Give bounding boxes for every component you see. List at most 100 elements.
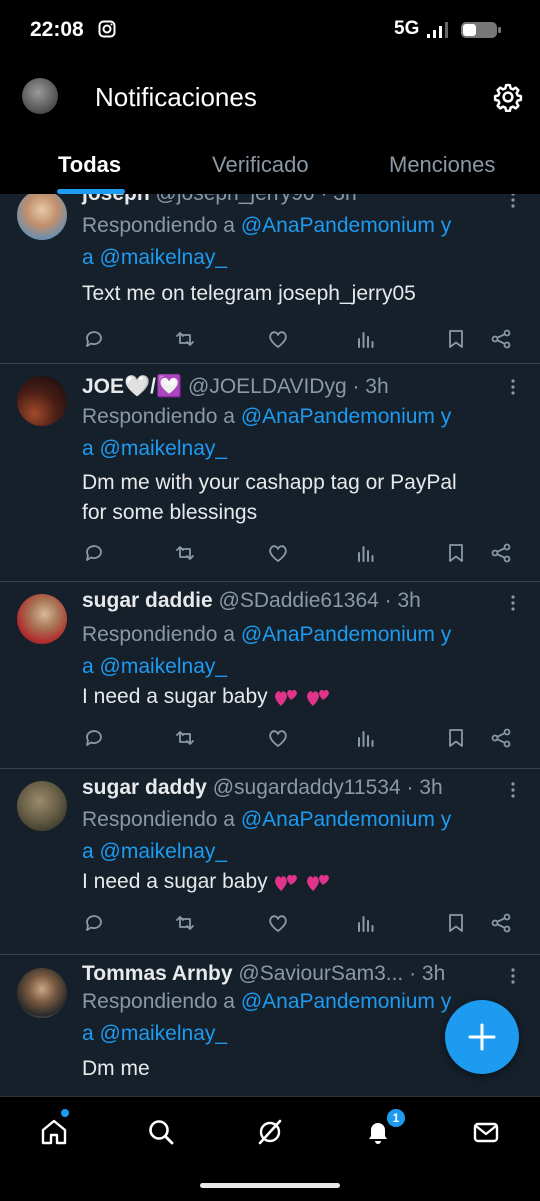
reply-context: Respondiendo a @AnaPandemonium y — [82, 214, 452, 237]
tweet-actions — [0, 541, 540, 571]
tweet-text: I need a sugar baby — [82, 867, 522, 897]
more-options-icon[interactable] — [505, 593, 521, 613]
grok-icon[interactable] — [255, 1117, 285, 1147]
more-options-icon[interactable] — [505, 966, 521, 986]
reply-icon[interactable] — [82, 327, 106, 351]
list-item[interactable]: sugar daddie @SDaddie61364 · 3h Respondi… — [0, 581, 540, 769]
notification-badge: 1 — [386, 1108, 406, 1128]
author-name[interactable]: sugar daddie — [82, 589, 213, 612]
like-icon[interactable] — [266, 911, 290, 935]
signal-icon — [427, 22, 448, 38]
battery-icon — [461, 22, 501, 38]
mention-link[interactable]: @maikelnay_ — [100, 437, 228, 460]
tab-todas[interactable]: Todas — [58, 152, 121, 178]
plus-icon — [468, 1023, 496, 1051]
share-icon[interactable] — [489, 327, 513, 351]
views-icon[interactable] — [354, 911, 378, 935]
home-icon[interactable] — [39, 1117, 69, 1147]
mention-link[interactable]: @maikelnay_ — [100, 246, 228, 269]
two-hearts-icon — [307, 690, 330, 707]
two-hearts-icon — [275, 690, 298, 707]
post-time: · 3h — [352, 375, 389, 398]
like-icon[interactable] — [266, 327, 290, 351]
post-time: · 3h — [320, 194, 356, 205]
list-item[interactable]: sugar daddy @sugardaddy11534 · 3h Respon… — [0, 768, 540, 955]
author-handle: @JOELDAVIDyg — [188, 375, 347, 398]
post-time: · 3h — [384, 589, 421, 612]
two-hearts-icon — [307, 875, 330, 892]
instagram-icon — [98, 20, 116, 38]
bookmark-icon[interactable] — [444, 541, 468, 565]
tweet-actions — [0, 327, 540, 357]
share-icon[interactable] — [489, 726, 513, 750]
retweet-icon[interactable] — [173, 541, 197, 565]
search-icon[interactable] — [146, 1117, 176, 1147]
tweet-text: Dm me with your cashapp tag or PayPal fo… — [82, 471, 457, 524]
author-name[interactable]: joseph — [82, 194, 150, 205]
post-time: · 3h — [409, 962, 446, 985]
mention-link[interactable]: @AnaPandemonium — [241, 808, 435, 831]
share-icon[interactable] — [489, 911, 513, 935]
mention-link[interactable]: @AnaPandemonium — [241, 405, 435, 428]
author-handle: @sugardaddy11534 — [212, 776, 401, 799]
retweet-icon[interactable] — [173, 911, 197, 935]
views-icon[interactable] — [354, 541, 378, 565]
tab-verificado[interactable]: Verificado — [212, 152, 309, 178]
share-icon[interactable] — [489, 541, 513, 565]
page-title: Notificaciones — [95, 82, 257, 112]
avatar[interactable] — [17, 376, 67, 426]
messages-icon[interactable] — [471, 1117, 501, 1147]
tweet-actions — [0, 911, 540, 941]
more-options-icon[interactable] — [505, 377, 521, 397]
status-bar: 22:08 5G — [0, 0, 540, 62]
author-handle: @SaviourSam3... — [238, 962, 404, 985]
more-options-icon[interactable] — [505, 780, 521, 800]
reply-icon[interactable] — [82, 541, 106, 565]
mention-link[interactable]: @maikelnay_ — [100, 1022, 228, 1045]
two-hearts-icon — [275, 875, 298, 892]
mention-link[interactable]: @AnaPandemonium — [241, 214, 435, 237]
mention-link[interactable]: @AnaPandemonium — [241, 623, 435, 646]
avatar[interactable] — [17, 968, 67, 1018]
bookmark-icon[interactable] — [444, 327, 468, 351]
home-indicator[interactable] — [200, 1183, 340, 1188]
author-name[interactable]: JOE🤍/💟 — [82, 375, 182, 398]
tab-menciones[interactable]: Menciones — [389, 152, 495, 178]
status-time: 22:08 — [30, 18, 84, 41]
header: Notificaciones Todas Verificado Mencione… — [0, 62, 540, 194]
views-icon[interactable] — [354, 327, 378, 351]
retweet-icon[interactable] — [173, 327, 197, 351]
bookmark-icon[interactable] — [444, 726, 468, 750]
list-item[interactable]: joseph @joseph_jerry90 · 3h Respondiendo… — [0, 194, 540, 364]
like-icon[interactable] — [266, 541, 290, 565]
mention-link[interactable]: @AnaPandemonium — [241, 990, 435, 1013]
network-type: 5G — [394, 18, 420, 39]
avatar[interactable] — [17, 594, 67, 644]
profile-avatar[interactable] — [22, 78, 58, 114]
author-name[interactable]: Tommas Arnby — [82, 962, 233, 985]
retweet-icon[interactable] — [173, 726, 197, 750]
reply-context: Respondiendo a @AnaPandemonium y — [82, 808, 452, 831]
gear-icon[interactable] — [493, 82, 523, 112]
notifications-feed[interactable]: joseph @joseph_jerry90 · 3h Respondiendo… — [0, 194, 540, 1096]
reply-context: Respondiendo a @AnaPandemonium y — [82, 405, 452, 428]
avatar[interactable] — [17, 781, 67, 831]
mention-link[interactable]: @maikelnay_ — [100, 655, 228, 678]
author-handle: @SDaddie61364 — [218, 589, 379, 612]
home-unread-dot — [61, 1109, 69, 1117]
compose-button[interactable] — [445, 1000, 519, 1074]
reply-icon[interactable] — [82, 726, 106, 750]
more-options-icon[interactable] — [505, 194, 521, 210]
list-item[interactable]: JOE🤍/💟 @JOELDAVIDyg · 3h Respondiendo a … — [0, 363, 540, 582]
tweet-text: I need a sugar baby — [82, 682, 522, 712]
tweet-text: Text me on telegram joseph_jerry05 — [82, 282, 416, 305]
bottom-nav: 1 — [0, 1096, 540, 1201]
reply-context: Respondiendo a @AnaPandemonium y — [82, 990, 452, 1013]
bookmark-icon[interactable] — [444, 911, 468, 935]
avatar[interactable] — [17, 194, 67, 240]
author-name[interactable]: sugar daddy — [82, 776, 207, 799]
like-icon[interactable] — [266, 726, 290, 750]
mention-link[interactable]: @maikelnay_ — [100, 840, 228, 863]
views-icon[interactable] — [354, 726, 378, 750]
reply-icon[interactable] — [82, 911, 106, 935]
